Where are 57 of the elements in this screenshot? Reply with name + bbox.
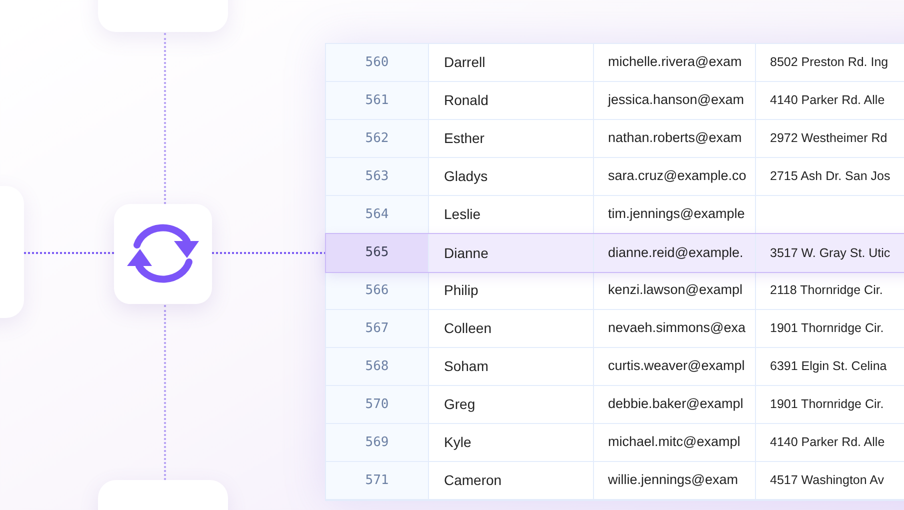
table-cell: Darrell — [429, 44, 594, 81]
sync-icon — [127, 224, 199, 284]
table-cell-text: 2715 Ash Dr. San Jos — [769, 168, 892, 186]
table-cell: 568 — [326, 348, 429, 385]
table-cell: willie.jennings@exam — [594, 462, 756, 499]
table-cell-text: 3517 W. Gray St. Utic — [769, 244, 892, 262]
table-cell: 560 — [326, 44, 429, 81]
table-cell: Kyle — [429, 424, 594, 461]
table-cell: 571 — [326, 462, 429, 499]
table-cell-text: 1901 Thornridge Cir. — [769, 396, 885, 414]
table-cell: michelle.rivera@exam — [594, 44, 756, 81]
table-cell: Dianne — [429, 234, 594, 272]
table-cell: nathan.roberts@exam — [594, 120, 756, 157]
table-cell: 566 — [326, 272, 429, 309]
table-cell: 569 — [326, 424, 429, 461]
table-cell: Soham — [429, 348, 594, 385]
table-row[interactable]: 561 Ronald jessica.hanson@exam 4140 Parker Rd. Alle — [326, 82, 904, 120]
table-cell-text: 8502 Preston Rd. Ing — [769, 54, 890, 72]
table-cell: 561 — [326, 82, 429, 119]
table-row[interactable]: 571 Cameron willie.jennings@exam 4517 Washington Av — [326, 462, 904, 500]
table-cell: sara.cruz@example.co — [594, 158, 756, 195]
table-cell-text: 4140 Parker Rd. Alle — [769, 434, 886, 452]
table-cell: 564 — [326, 196, 429, 233]
table-cell: kenzi.lawson@exampl — [594, 272, 756, 309]
table-row[interactable]: 563 Gladys sara.cruz@example.co 2715 Ash Dr. San Jos — [326, 158, 904, 196]
table-cell-text: 2972 Westheimer Rd — [769, 130, 888, 148]
table-row[interactable]: 562 Esther nathan.roberts@exam 2972 Westheimer Rd — [326, 120, 904, 158]
table-cell: curtis.weaver@exampl — [594, 348, 756, 385]
table-cell: michael.mitc@exampl — [594, 424, 756, 461]
table-row[interactable]: 570 Greg debbie.baker@exampl 1901 Thornridge Cir. — [326, 386, 904, 424]
table-row[interactable]: 560 Darrell michelle.rivera@exam 8502 Preston Rd. Ing — [326, 44, 904, 82]
table-cell: debbie.baker@exampl — [594, 386, 756, 423]
table-cell: 563 — [326, 158, 429, 195]
table-cell: Gladys — [429, 158, 594, 195]
table-cell: nevaeh.simmons@exa — [594, 310, 756, 347]
table-cell: Colleen — [429, 310, 594, 347]
table-cell: jessica.hanson@exam — [594, 82, 756, 119]
table-cell-text: 1901 Thornridge Cir. — [769, 320, 885, 338]
table-row[interactable]: 568 Soham curtis.weaver@exampl 6391 Elgin St. Celina — [326, 348, 904, 386]
table-cell-text: 6391 Elgin St. Celina — [769, 358, 888, 376]
table-cell: Greg — [429, 386, 594, 423]
table-row[interactable]: 567 Colleen nevaeh.simmons@exa 1901 Thornridge Cir. — [326, 310, 904, 348]
table-cell: 570 — [326, 386, 429, 423]
table-cell: 562 — [326, 120, 429, 157]
table-cell: 565 — [326, 234, 429, 272]
table-cell: 567 — [326, 310, 429, 347]
table-row[interactable]: 569 Kyle michael.mitc@exampl 4140 Parker Rd. Alle — [326, 424, 904, 462]
table-cell: Cameron — [429, 462, 594, 499]
table-cell-text: 2118 Thornridge Cir. — [769, 282, 884, 300]
table-cell: Esther — [429, 120, 594, 157]
table-cell: dianne.reid@example. — [594, 234, 756, 272]
table-row[interactable]: 566 Philip kenzi.lawson@exampl 2118 Thornridge Cir. — [326, 272, 904, 310]
table-cell-text: 4517 Washington Av — [769, 472, 885, 490]
table-cell-text: 4140 Parker Rd. Alle — [769, 92, 886, 110]
table-cell: Philip — [429, 272, 594, 309]
table-cell: Ronald — [429, 82, 594, 119]
table-row[interactable]: 565 Dianne dianne.reid@example. 3517 W. Gray St. Utic — [326, 234, 904, 272]
